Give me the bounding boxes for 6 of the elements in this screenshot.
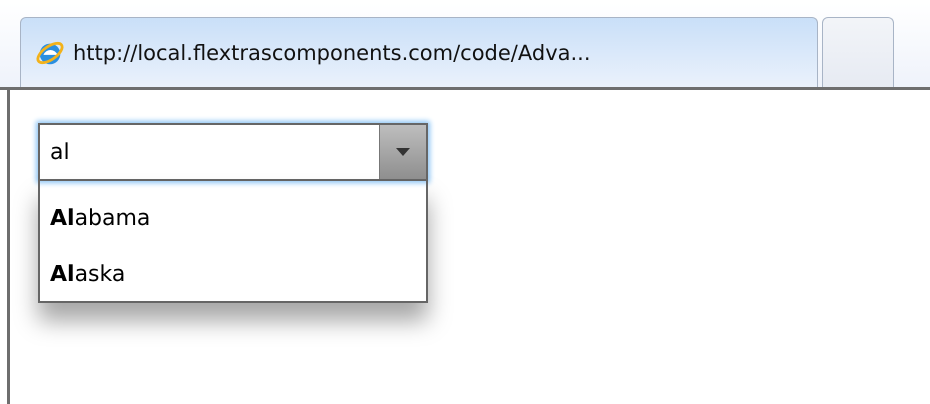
browser-tab[interactable]: http://local.flextrascomponents.com/code/Adva... bbox=[20, 17, 818, 87]
caret-icon bbox=[396, 148, 410, 156]
list-option[interactable]: Alaska bbox=[40, 247, 426, 303]
list-option[interactable]: Alabama bbox=[40, 191, 426, 247]
combo-box[interactable]: al bbox=[38, 123, 428, 181]
dropdown-button[interactable] bbox=[379, 125, 426, 179]
